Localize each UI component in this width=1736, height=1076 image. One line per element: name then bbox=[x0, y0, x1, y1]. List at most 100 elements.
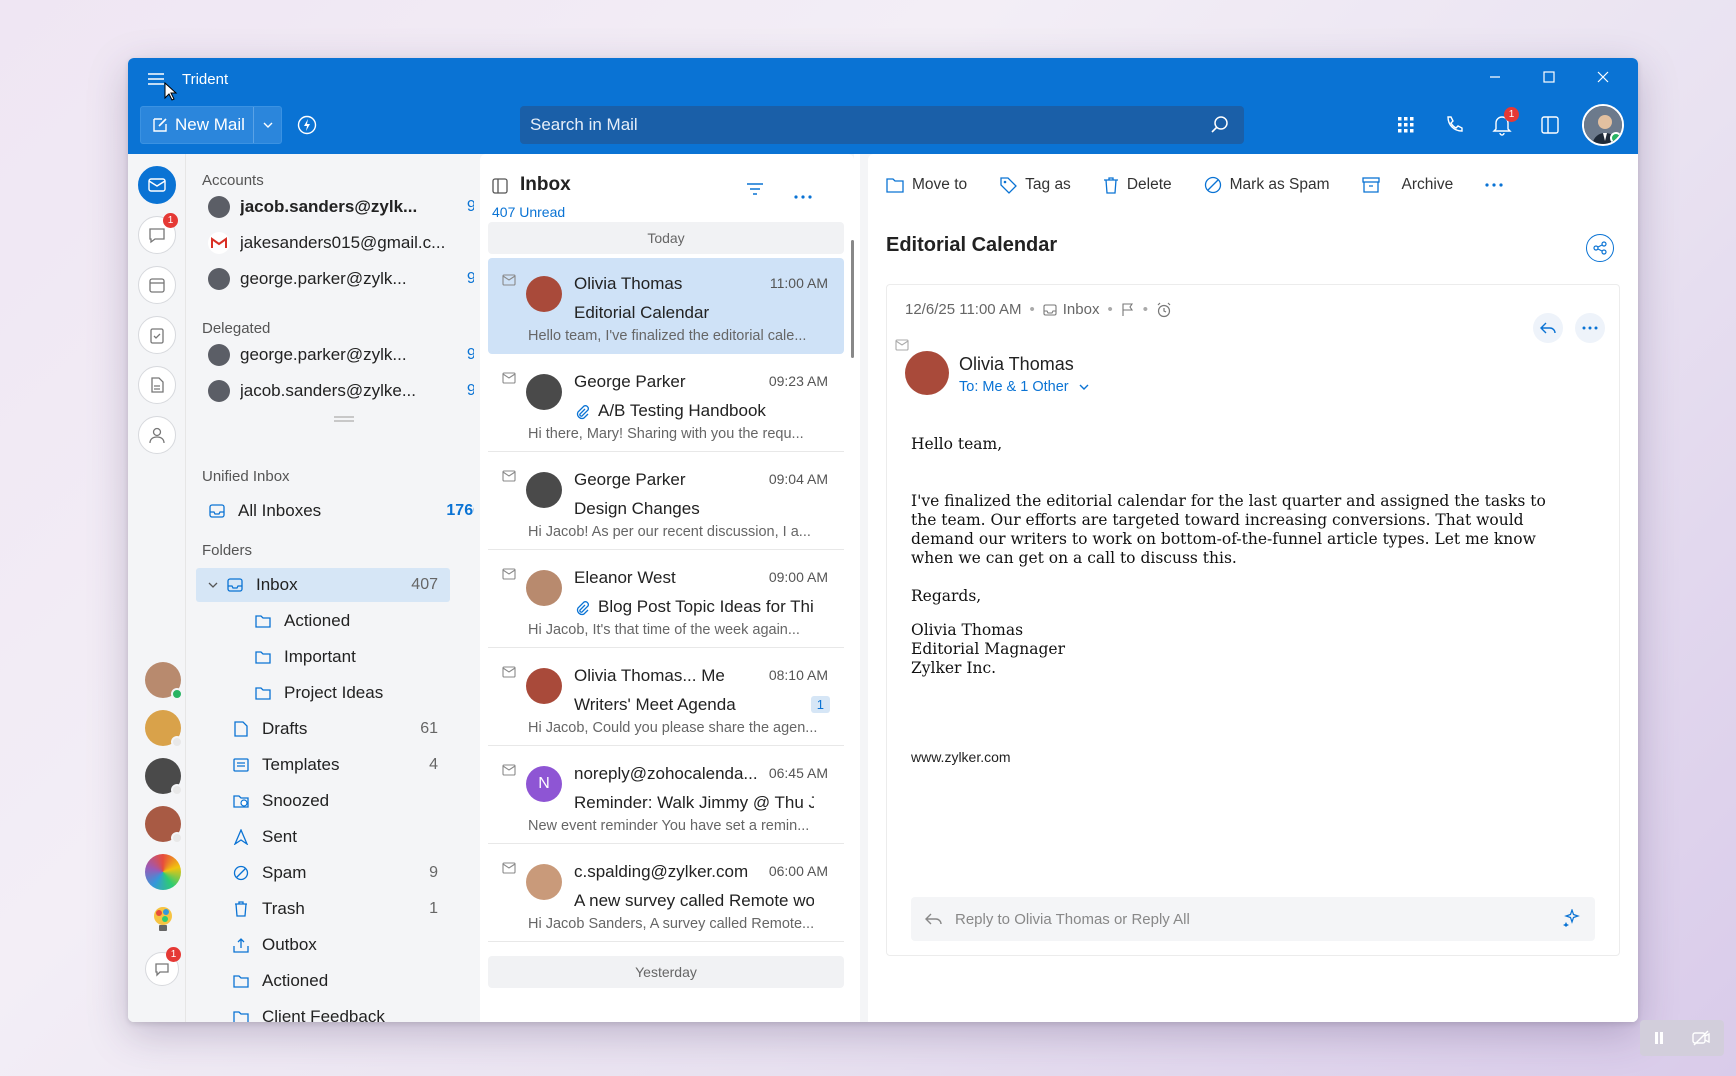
lightbulb-icon[interactable] bbox=[145, 902, 181, 938]
chat-module-button[interactable]: 1 bbox=[138, 213, 178, 254]
account-name: george.parker@zylk... bbox=[240, 345, 407, 364]
contact-avatar[interactable] bbox=[145, 806, 183, 844]
message-sender: Olivia Thomas bbox=[574, 274, 683, 293]
collapse-pane-icon[interactable] bbox=[492, 178, 508, 199]
attachment-icon bbox=[576, 405, 589, 420]
move-to-button[interactable]: Move to bbox=[886, 176, 967, 194]
action-label: Move to bbox=[912, 176, 968, 193]
profile-avatar[interactable] bbox=[1582, 104, 1624, 146]
tag-as-button[interactable]: Tag as bbox=[999, 176, 1071, 194]
account-item[interactable]: george.parker@zylk... 99+ bbox=[208, 262, 494, 296]
message-item[interactable]: George Parker 09:23 AM A/B Testing Handb… bbox=[488, 356, 844, 452]
filter-icon[interactable] bbox=[746, 182, 764, 201]
folder-item-actioned-2[interactable]: Actioned bbox=[232, 964, 450, 998]
folder-item-sent[interactable]: Sent bbox=[232, 820, 450, 854]
account-item[interactable]: jacob.sanders@zylk... 99+ bbox=[208, 190, 494, 224]
apps-grid-icon[interactable] bbox=[1382, 105, 1430, 145]
envelope-icon[interactable] bbox=[502, 372, 516, 384]
sender-avatar bbox=[526, 864, 562, 900]
email-more-button[interactable] bbox=[1575, 313, 1605, 343]
sender-name[interactable]: Olivia Thomas bbox=[959, 354, 1074, 375]
contact-avatar[interactable] bbox=[145, 758, 183, 796]
folder-item-important[interactable]: Important bbox=[254, 640, 450, 674]
folder-item-drafts[interactable]: Drafts 61 bbox=[232, 712, 450, 746]
search-bar[interactable] bbox=[520, 106, 1244, 144]
mail-module-button[interactable] bbox=[138, 166, 176, 204]
contact-avatar[interactable] bbox=[145, 710, 183, 748]
new-mail-button[interactable]: New Mail bbox=[140, 106, 282, 144]
chevron-down-icon[interactable] bbox=[208, 582, 218, 588]
message-preview: Hello team, I've finalized the editorial… bbox=[528, 328, 807, 344]
quick-actions-button[interactable] bbox=[292, 110, 322, 140]
sender-avatar[interactable] bbox=[905, 351, 949, 395]
folder-name: Templates bbox=[262, 755, 340, 774]
folder-pane: Accounts jacob.sanders@zylk... 99+ jakes… bbox=[186, 154, 504, 1022]
more-actions-button[interactable] bbox=[1485, 183, 1511, 187]
search-icon[interactable] bbox=[1210, 115, 1230, 135]
envelope-icon[interactable] bbox=[502, 470, 516, 482]
message-item[interactable]: N noreply@zohocalenda... 06:45 AM Remind… bbox=[488, 748, 844, 844]
search-input[interactable] bbox=[530, 115, 1210, 135]
group-avatar[interactable] bbox=[145, 854, 181, 890]
stop-recording-icon[interactable] bbox=[1692, 1030, 1710, 1046]
message-item[interactable]: c.spalding@zylker.com 06:00 AM A new sur… bbox=[488, 846, 844, 942]
tasks-module-button[interactable] bbox=[138, 316, 176, 354]
chat-bubble-button[interactable]: 1 bbox=[145, 947, 181, 986]
contact-avatar[interactable] bbox=[145, 662, 183, 700]
website-link[interactable]: www.zylker.com bbox=[911, 749, 1011, 765]
envelope-icon[interactable] bbox=[502, 764, 516, 776]
envelope-icon[interactable] bbox=[502, 274, 516, 286]
email-subject: Editorial Calendar bbox=[886, 234, 1058, 256]
calendar-module-button[interactable] bbox=[138, 266, 176, 304]
message-item[interactable]: Olivia Thomas... Me 08:10 AM Writers' Me… bbox=[488, 650, 844, 746]
folder-item-inbox[interactable]: Inbox 407 bbox=[196, 568, 450, 602]
unread-count[interactable]: 407 Unread bbox=[492, 204, 565, 220]
message-item[interactable]: George Parker 09:04 AM Design Changes Hi… bbox=[488, 454, 844, 550]
maximize-button[interactable] bbox=[1522, 58, 1576, 96]
message-sender: George Parker bbox=[574, 470, 686, 489]
spam-icon bbox=[232, 864, 250, 882]
flag-icon[interactable] bbox=[1121, 302, 1135, 317]
new-mail-dropdown[interactable] bbox=[253, 107, 281, 143]
panel-toggle-icon[interactable] bbox=[1526, 105, 1574, 145]
delegated-account-item[interactable]: george.parker@zylk... 99+ bbox=[208, 338, 494, 372]
envelope-icon[interactable] bbox=[502, 568, 516, 580]
notifications-icon[interactable]: 1 bbox=[1478, 105, 1526, 145]
envelope-icon[interactable] bbox=[502, 666, 516, 678]
folder-item-trash[interactable]: Trash 1 bbox=[232, 892, 450, 926]
email-folder[interactable]: Inbox bbox=[1063, 301, 1100, 318]
share-button[interactable] bbox=[1586, 234, 1614, 262]
minimize-button[interactable] bbox=[1468, 58, 1522, 96]
message-item[interactable]: Eleanor West 09:00 AM Blog Post Topic Id… bbox=[488, 552, 844, 648]
notes-module-button[interactable] bbox=[138, 366, 176, 404]
reply-button[interactable] bbox=[1533, 313, 1563, 343]
message-item[interactable]: Olivia Thomas 11:00 AM Editorial Calenda… bbox=[488, 258, 844, 354]
account-item[interactable]: jakesanders015@gmail.c... bbox=[208, 226, 494, 260]
folder-item-project-ideas[interactable]: Project Ideas bbox=[254, 676, 450, 710]
pause-icon[interactable] bbox=[1654, 1031, 1664, 1045]
folder-item-spam[interactable]: Spam 9 bbox=[232, 856, 450, 890]
envelope-icon[interactable] bbox=[502, 862, 516, 874]
alarm-clock-icon[interactable] bbox=[1156, 302, 1172, 318]
mark-as-spam-button[interactable]: Mark as Spam bbox=[1204, 176, 1330, 194]
folder-item-outbox[interactable]: Outbox bbox=[232, 928, 450, 962]
recipients[interactable]: To: Me & 1 Other bbox=[959, 379, 1089, 395]
phone-icon[interactable] bbox=[1430, 105, 1478, 145]
list-scrollbar[interactable] bbox=[851, 240, 854, 358]
folder-item-snoozed[interactable]: Snoozed bbox=[232, 784, 450, 818]
delegated-account-item[interactable]: jacob.sanders@zylke... 99+ bbox=[208, 374, 494, 408]
folder-item-actioned[interactable]: Actioned bbox=[254, 604, 450, 638]
ai-sparkle-icon[interactable] bbox=[1563, 909, 1581, 927]
resize-handle[interactable] bbox=[334, 416, 354, 422]
list-title: Inbox bbox=[520, 174, 571, 195]
quick-reply-bar[interactable]: Reply to Olivia Thomas or Reply All bbox=[911, 897, 1595, 941]
more-options-icon[interactable] bbox=[794, 186, 812, 204]
close-button[interactable] bbox=[1576, 58, 1630, 96]
folder-item-templates[interactable]: Templates 4 bbox=[232, 748, 450, 782]
all-inboxes-item[interactable]: All Inboxes 1766 bbox=[208, 494, 494, 528]
archive-button[interactable]: Archive bbox=[1361, 176, 1453, 194]
contacts-module-button[interactable] bbox=[138, 416, 176, 454]
folder-item-client-feedback[interactable]: Client Feedback bbox=[232, 1000, 450, 1022]
delete-button[interactable]: Delete bbox=[1103, 176, 1172, 194]
message-time: 09:23 AM bbox=[768, 373, 828, 389]
